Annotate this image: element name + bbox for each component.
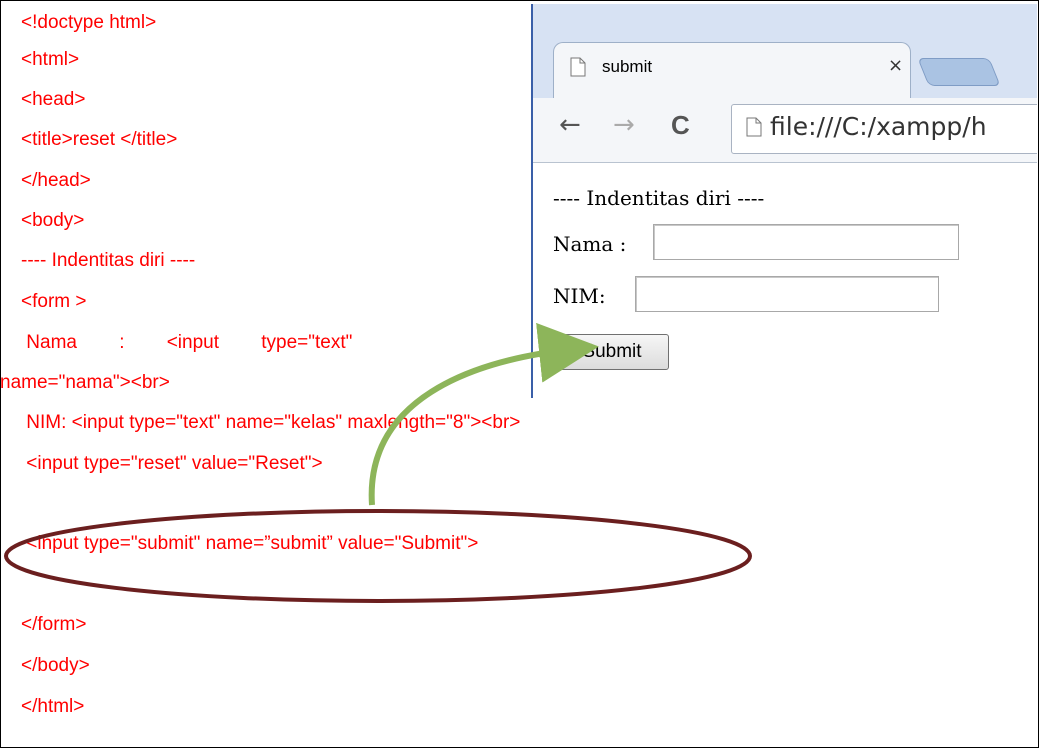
pointer-arrow bbox=[368, 322, 599, 506]
annotation-overlay bbox=[4, 322, 752, 603]
highlight-ellipse bbox=[4, 509, 752, 603]
